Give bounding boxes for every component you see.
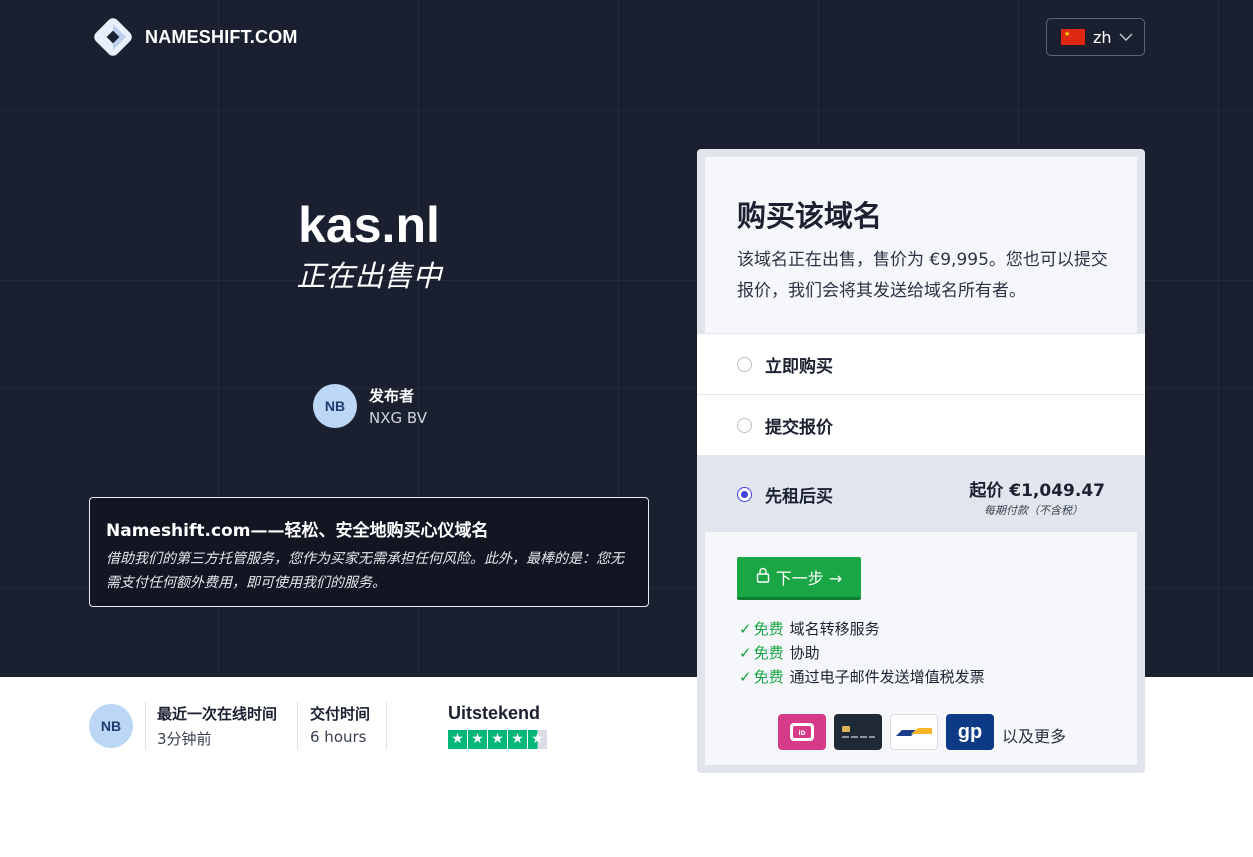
transfer-time-stat: 交付时间 6 hours (298, 703, 370, 749)
option-label: 提交报价 (765, 417, 833, 438)
escrow-text: 借助我们的第三方托管服务，您作为买家无需承担任何风险。此外，最棒的是：您无需支付… (106, 551, 624, 591)
divider (386, 702, 387, 750)
check-icon: ✓ (739, 667, 752, 686)
next-button-label: 下一步 → (775, 569, 843, 588)
transfer-time-label: 交付时间 (310, 705, 371, 723)
next-button[interactable]: 下一步 → (737, 557, 861, 600)
trustpilot-label[interactable]: Uitstekend (448, 703, 540, 724)
feature-text: 协助 (789, 644, 820, 662)
purchase-description: 该域名正在出售，售价为 €9,995。您也可以提交报价，我们会将其发送给域名所有… (737, 250, 1108, 301)
card-icon (834, 714, 882, 750)
check-icon: ✓ (739, 619, 752, 638)
star-icon: ★ (508, 730, 527, 749)
feature-free: 免费 (753, 644, 784, 662)
radio-lease-to-own[interactable] (737, 486, 752, 502)
option-lease-to-own[interactable]: 先租后买 起价 €1,049.47 每期付款（不含税） (697, 455, 1145, 532)
publisher-label: 发布者 (369, 387, 415, 405)
giropay-icon: gp (946, 714, 994, 750)
escrow-title: Nameshift.com——轻松、安全地购买心仪域名 (106, 521, 489, 541)
feature-item: ✓ 免费 通过电子邮件发送增值税发票 (739, 666, 985, 687)
purchase-card-header: 购买该域名 该域名正在出售，售价为 €9,995。您也可以提交报价，我们会将其发… (705, 157, 1137, 333)
check-icon: ✓ (739, 643, 752, 662)
svg-text:iD: iD (798, 730, 805, 737)
feature-free: 免费 (753, 668, 784, 686)
transfer-time-value: 6 hours (310, 728, 367, 746)
feature-free: 免费 (753, 620, 784, 638)
chevron-down-icon (1118, 29, 1134, 49)
lease-price: 起价 €1,049.47 (969, 481, 1105, 501)
option-label: 先租后买 (765, 486, 833, 507)
nameshift-logo-icon (88, 12, 138, 62)
option-label: 立即购买 (765, 356, 833, 377)
language-code: zh (1093, 27, 1112, 47)
star-icon: ★ (468, 730, 487, 749)
china-flag-icon: ★ (1061, 29, 1085, 45)
language-selector[interactable]: ★ zh (1046, 18, 1145, 56)
radio-make-offer[interactable] (737, 417, 752, 433)
feature-text: 通过电子邮件发送增值税发票 (789, 668, 985, 686)
feature-item: ✓ 免费 域名转移服务 (739, 618, 880, 639)
trustpilot-stars[interactable]: ★ ★ ★ ★ ★ (448, 730, 548, 749)
more-payment-methods: 以及更多 (1002, 727, 1067, 746)
purchase-title: 购买该域名 (737, 199, 883, 233)
feature-item: ✓ 免费 协助 (739, 642, 820, 663)
option-buy-now[interactable]: 立即购买 (697, 333, 1145, 394)
purchase-card: 购买该域名 该域名正在出售，售价为 €9,995。您也可以提交报价，我们会将其发… (697, 149, 1145, 773)
grid-line (0, 110, 1253, 111)
half-star-icon: ★ (528, 730, 547, 749)
bancontact-icon (890, 714, 938, 750)
feature-text: 域名转移服务 (789, 620, 880, 638)
star-icon: ★ (448, 730, 467, 749)
star-icon: ★ (488, 730, 507, 749)
ideal-icon: iD (778, 714, 826, 750)
lease-price-note: 每期付款（不含税） (984, 504, 1083, 517)
escrow-info-box: Nameshift.com——轻松、安全地购买心仪域名 借助我们的第三方托管服务… (89, 497, 649, 607)
publisher-name: NXG BV (369, 409, 427, 427)
last-online-label: 最近一次在线时间 (157, 705, 278, 723)
publisher-avatar: NB (313, 384, 357, 428)
grid-line (1218, 0, 1219, 677)
option-make-offer[interactable]: 提交报价 (697, 394, 1145, 455)
domain-name: kas.nl (298, 197, 440, 253)
last-online-stat: 最近一次在线时间 3分钟前 (145, 703, 277, 749)
logo[interactable]: NAMESHIFT.COM (88, 12, 298, 62)
lock-icon (756, 567, 770, 587)
purchase-card-footer: 下一步 → ✓ 免费 域名转移服务 ✓ 免费 协助 ✓ 免费 通过电子邮件发送增… (705, 532, 1137, 765)
radio-buy-now[interactable] (737, 356, 752, 372)
seller-avatar: NB (89, 704, 133, 748)
logo-text: NAMESHIFT.COM (145, 26, 298, 47)
last-online-value: 3分钟前 (157, 730, 212, 748)
domain-status: 正在出售中 (296, 259, 442, 293)
